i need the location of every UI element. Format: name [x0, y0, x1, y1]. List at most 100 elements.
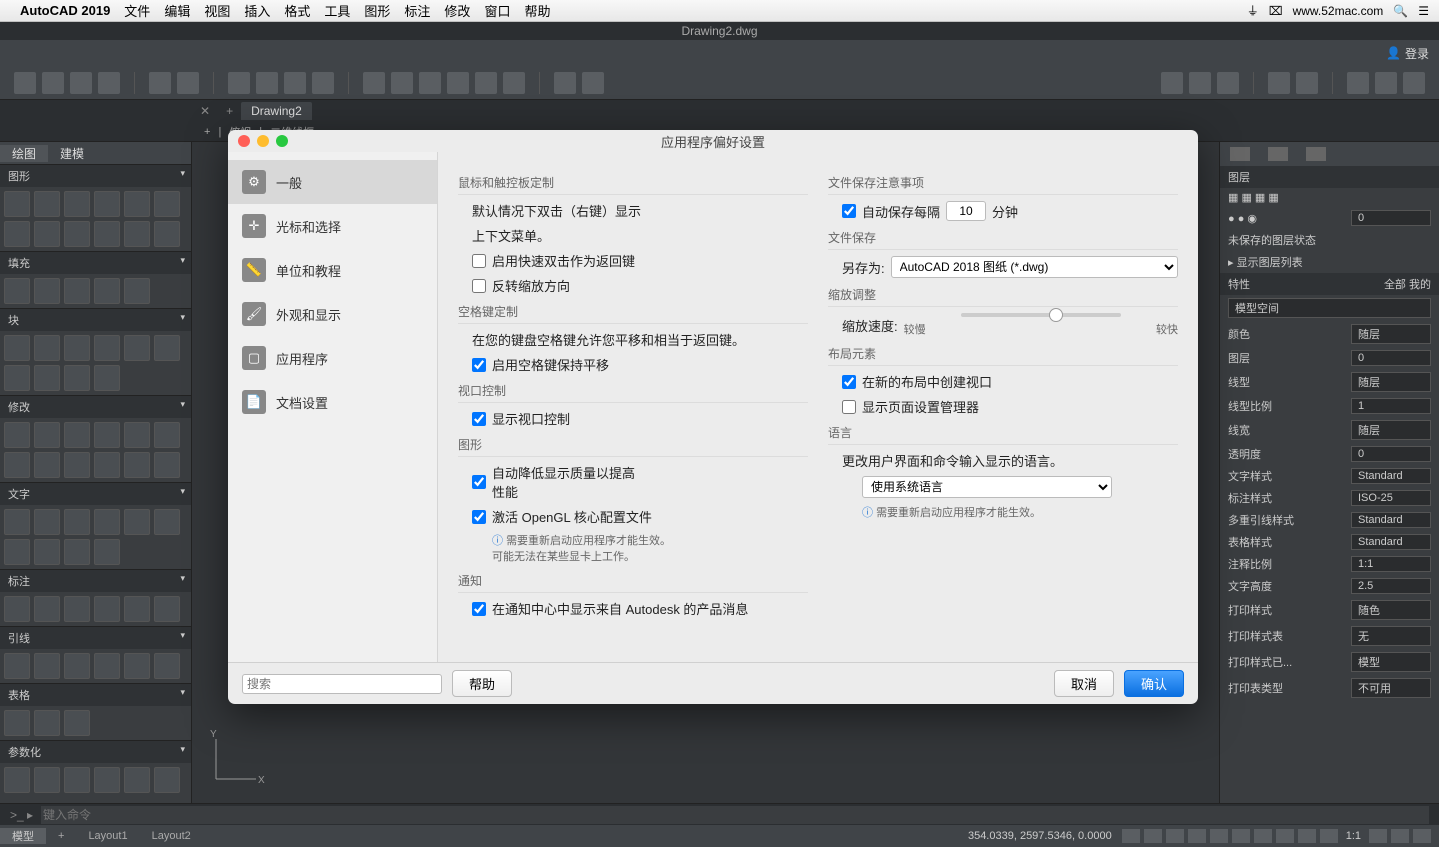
- prop-val[interactable]: Standard: [1351, 534, 1431, 550]
- prop-val[interactable]: 随层: [1351, 324, 1431, 344]
- props-btn-my[interactable]: 我的: [1409, 279, 1431, 291]
- left-tab-model[interactable]: 建模: [48, 145, 96, 162]
- tool-icon[interactable]: [64, 539, 90, 565]
- tool-cut-icon[interactable]: [363, 72, 385, 94]
- rtab-icon[interactable]: [1268, 147, 1288, 161]
- tool-icon[interactable]: [94, 653, 120, 679]
- tool-r5-icon[interactable]: [1296, 72, 1318, 94]
- tool-icon[interactable]: [64, 509, 90, 535]
- tool-icon[interactable]: [94, 191, 120, 217]
- tool-icon[interactable]: [34, 422, 60, 448]
- tool-redo-icon[interactable]: [177, 72, 199, 94]
- sidebar-item-look[interactable]: 🖌外观和显示: [228, 292, 437, 336]
- new-tab-icon[interactable]: +: [218, 104, 241, 118]
- menu-format[interactable]: 格式: [284, 1, 310, 20]
- tool-undo-icon[interactable]: [149, 72, 171, 94]
- saveas-format-select[interactable]: AutoCAD 2018 图纸 (*.dwg): [891, 256, 1178, 278]
- tool-r2-icon[interactable]: [1189, 72, 1211, 94]
- tool-icon[interactable]: [34, 509, 60, 535]
- tool-r3-icon[interactable]: [1217, 72, 1239, 94]
- tool-icon[interactable]: [94, 335, 120, 361]
- tool-icon[interactable]: [64, 221, 90, 247]
- lsec-table[interactable]: 表格: [0, 683, 191, 706]
- prefs-search-input[interactable]: [242, 674, 442, 694]
- layer-zero-val[interactable]: 0: [1351, 210, 1431, 226]
- status-scale[interactable]: 1:1: [1346, 830, 1361, 842]
- tool-save-icon[interactable]: [70, 72, 92, 94]
- tool-icon[interactable]: [64, 452, 90, 478]
- lsec-dim[interactable]: 标注: [0, 569, 191, 592]
- tool-icon[interactable]: [34, 710, 60, 736]
- tool-icon[interactable]: [94, 452, 120, 478]
- status-btn-icon[interactable]: [1210, 829, 1228, 843]
- viewtab-plus[interactable]: +: [196, 126, 218, 138]
- tool-icon[interactable]: [34, 653, 60, 679]
- menu-tools[interactable]: 工具: [324, 1, 350, 20]
- prop-val[interactable]: 随色: [1351, 600, 1431, 620]
- cancel-button[interactable]: 取消: [1054, 670, 1114, 697]
- tool-icon[interactable]: [154, 335, 180, 361]
- status-btn-icon[interactable]: [1276, 829, 1294, 843]
- tool-icon[interactable]: [34, 278, 60, 304]
- tool-icon[interactable]: [94, 221, 120, 247]
- sidebar-item-app[interactable]: ▢应用程序: [228, 336, 437, 380]
- layer-state[interactable]: 未保存的图层状态: [1228, 232, 1316, 248]
- tool-icon[interactable]: [94, 767, 120, 793]
- prop-val[interactable]: 随层: [1351, 420, 1431, 440]
- tool-copy-icon[interactable]: [391, 72, 413, 94]
- tool-icon[interactable]: [4, 710, 30, 736]
- tool-icon[interactable]: [64, 710, 90, 736]
- tool-icon[interactable]: [124, 767, 150, 793]
- sidebar-item-cursor[interactable]: ✛光标和选择: [228, 204, 437, 248]
- tool-icon[interactable]: [154, 509, 180, 535]
- menu-view[interactable]: 视图: [204, 1, 230, 20]
- props-btn-all[interactable]: 全部: [1384, 279, 1406, 291]
- cb-space-pan[interactable]: [472, 358, 486, 372]
- tool-icon[interactable]: [4, 278, 30, 304]
- tool-icon[interactable]: [154, 191, 180, 217]
- tool-icon[interactable]: [4, 221, 30, 247]
- tool-icon[interactable]: [64, 365, 90, 391]
- tool-icon[interactable]: [94, 596, 120, 622]
- tool-pan-icon[interactable]: [582, 72, 604, 94]
- status-btn-icon[interactable]: [1413, 829, 1431, 843]
- menu-shape[interactable]: 图形: [364, 1, 390, 20]
- tool-icon[interactable]: [64, 596, 90, 622]
- status-btn-icon[interactable]: [1254, 829, 1272, 843]
- search-icon[interactable]: 🔍: [1393, 4, 1408, 18]
- cb-vp-controls[interactable]: [472, 412, 486, 426]
- tool-icon[interactable]: [64, 653, 90, 679]
- tool-icon[interactable]: [154, 767, 180, 793]
- tool-r1-icon[interactable]: [1161, 72, 1183, 94]
- prop-val[interactable]: Standard: [1351, 468, 1431, 484]
- menu-file[interactable]: 文件: [124, 1, 150, 20]
- tool-print-icon[interactable]: [228, 72, 250, 94]
- close-tab-icon[interactable]: ✕: [192, 104, 218, 118]
- cb-page-setup[interactable]: [842, 400, 856, 414]
- tool-icon[interactable]: [34, 191, 60, 217]
- tool-icon[interactable]: [4, 365, 30, 391]
- tool-icon[interactable]: [4, 452, 30, 478]
- tool-icon[interactable]: [34, 539, 60, 565]
- language-select[interactable]: 使用系统语言: [862, 476, 1112, 498]
- status-btn-icon[interactable]: [1232, 829, 1250, 843]
- tool-icon[interactable]: [94, 365, 120, 391]
- tool-icon[interactable]: [124, 191, 150, 217]
- status-btn-icon[interactable]: [1166, 829, 1184, 843]
- layer-tool-icon[interactable]: ▦ ▦ ▦ ▦: [1228, 191, 1279, 204]
- tool-paste3-icon[interactable]: [475, 72, 497, 94]
- status-btn-icon[interactable]: [1391, 829, 1409, 843]
- rtab-icon[interactable]: [1306, 147, 1326, 161]
- prop-val[interactable]: 随层: [1351, 372, 1431, 392]
- tool-print3-icon[interactable]: [284, 72, 306, 94]
- tool-icon[interactable]: [4, 539, 30, 565]
- tool-icon[interactable]: [124, 452, 150, 478]
- tool-icon[interactable]: [64, 767, 90, 793]
- lsec-block[interactable]: 块: [0, 308, 191, 331]
- autosave-interval-input[interactable]: [946, 201, 986, 221]
- menubar-extra-icon[interactable]: ☰: [1418, 4, 1429, 18]
- status-btn-icon[interactable]: [1369, 829, 1387, 843]
- sidebar-item-units[interactable]: 📏单位和教程: [228, 248, 437, 292]
- tool-icon[interactable]: [64, 422, 90, 448]
- help-button[interactable]: 帮助: [452, 670, 512, 697]
